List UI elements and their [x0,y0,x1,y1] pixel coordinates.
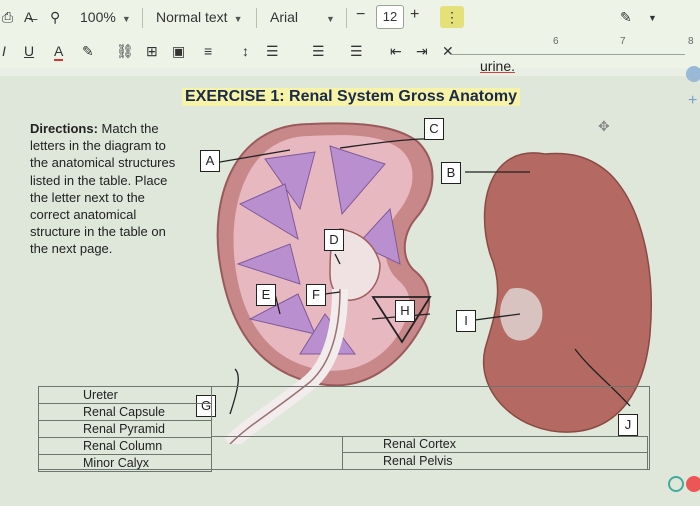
font-size-input[interactable]: 12 [376,5,404,29]
numbered-list-icon[interactable]: ☰ [350,43,363,60]
paint-format-icon[interactable]: ⚲ [50,9,60,26]
label-a: A [200,150,220,172]
bulleted-list-icon[interactable]: ☰ [312,43,325,60]
label-i: I [456,310,476,332]
decrease-indent-icon[interactable]: ⇤ [390,43,402,60]
highlight-icon[interactable]: ✎ [82,43,94,60]
spellcheck-icon[interactable]: A̶ [24,9,33,25]
label-d: D [324,229,344,251]
table-row[interactable]: Ureter [38,386,212,404]
table-row[interactable]: Renal Column [38,438,212,455]
decrease-font-button[interactable]: − [356,6,365,24]
table-row[interactable]: Minor Calyx [38,455,212,472]
ruler[interactable] [450,44,685,55]
label-b: B [441,162,461,184]
increase-indent-icon[interactable]: ⇥ [416,43,428,60]
answer-table-left-column: Ureter Renal Capsule Renal Pyramid Renal… [38,386,212,472]
status-icon[interactable] [668,476,684,492]
more-options-icon[interactable]: ⋮ [440,6,464,28]
notification-badge[interactable] [686,476,700,492]
previous-text-end: urine. [480,58,516,74]
checklist-icon[interactable]: ☰ [266,43,279,60]
label-f: F [306,284,326,306]
table-row[interactable]: Renal Pelvis [342,453,648,470]
toolbar-main: ⎙ A̶ ⚲ 100% ▼ Normal text ▼ Arial ▼ − 12 + … [0,0,700,36]
link-icon[interactable]: ⛓ [116,43,134,60]
align-icon[interactable]: ≡ [204,43,212,59]
table-row[interactable]: Renal Capsule [38,404,212,421]
chevron-down-icon[interactable]: ▼ [648,13,657,23]
add-icon[interactable]: + [688,92,697,110]
italic-icon[interactable]: I [2,43,6,59]
font-select[interactable]: Arial ▼ [270,9,335,25]
line-spacing-icon[interactable]: ↕ [242,43,249,59]
label-h: H [395,300,415,322]
table-row[interactable]: Renal Cortex [342,436,648,453]
ruler-number: 8 [688,36,694,47]
pencil-mode-icon[interactable]: ✎ [620,9,632,26]
zoom-select[interactable]: 100% ▼ [80,9,131,25]
page-title: EXERCISE 1: Renal System Gross Anatomy [182,88,520,106]
ruler-number: 6 [553,36,559,47]
text-color-button[interactable]: A [54,43,64,61]
underline-button[interactable]: U [24,43,34,59]
label-e: E [256,284,276,306]
move-handle-icon[interactable]: ✥ [598,118,610,135]
answer-table-right-column: Renal Cortex Renal Pelvis [342,436,648,470]
label-c: C [424,118,444,140]
ruler-number: 7 [620,36,626,47]
table-row[interactable]: Renal Pyramid [38,421,212,438]
print-icon[interactable]: ⎙ [2,9,13,26]
side-panel-icon[interactable] [686,66,700,82]
comment-icon[interactable]: ⊞ [146,43,158,60]
directions-text: Directions: Match the letters in the dia… [30,121,176,257]
image-icon[interactable]: ▣ [172,43,185,60]
style-select[interactable]: Normal text ▼ [156,9,243,25]
increase-font-button[interactable]: + [410,6,419,24]
